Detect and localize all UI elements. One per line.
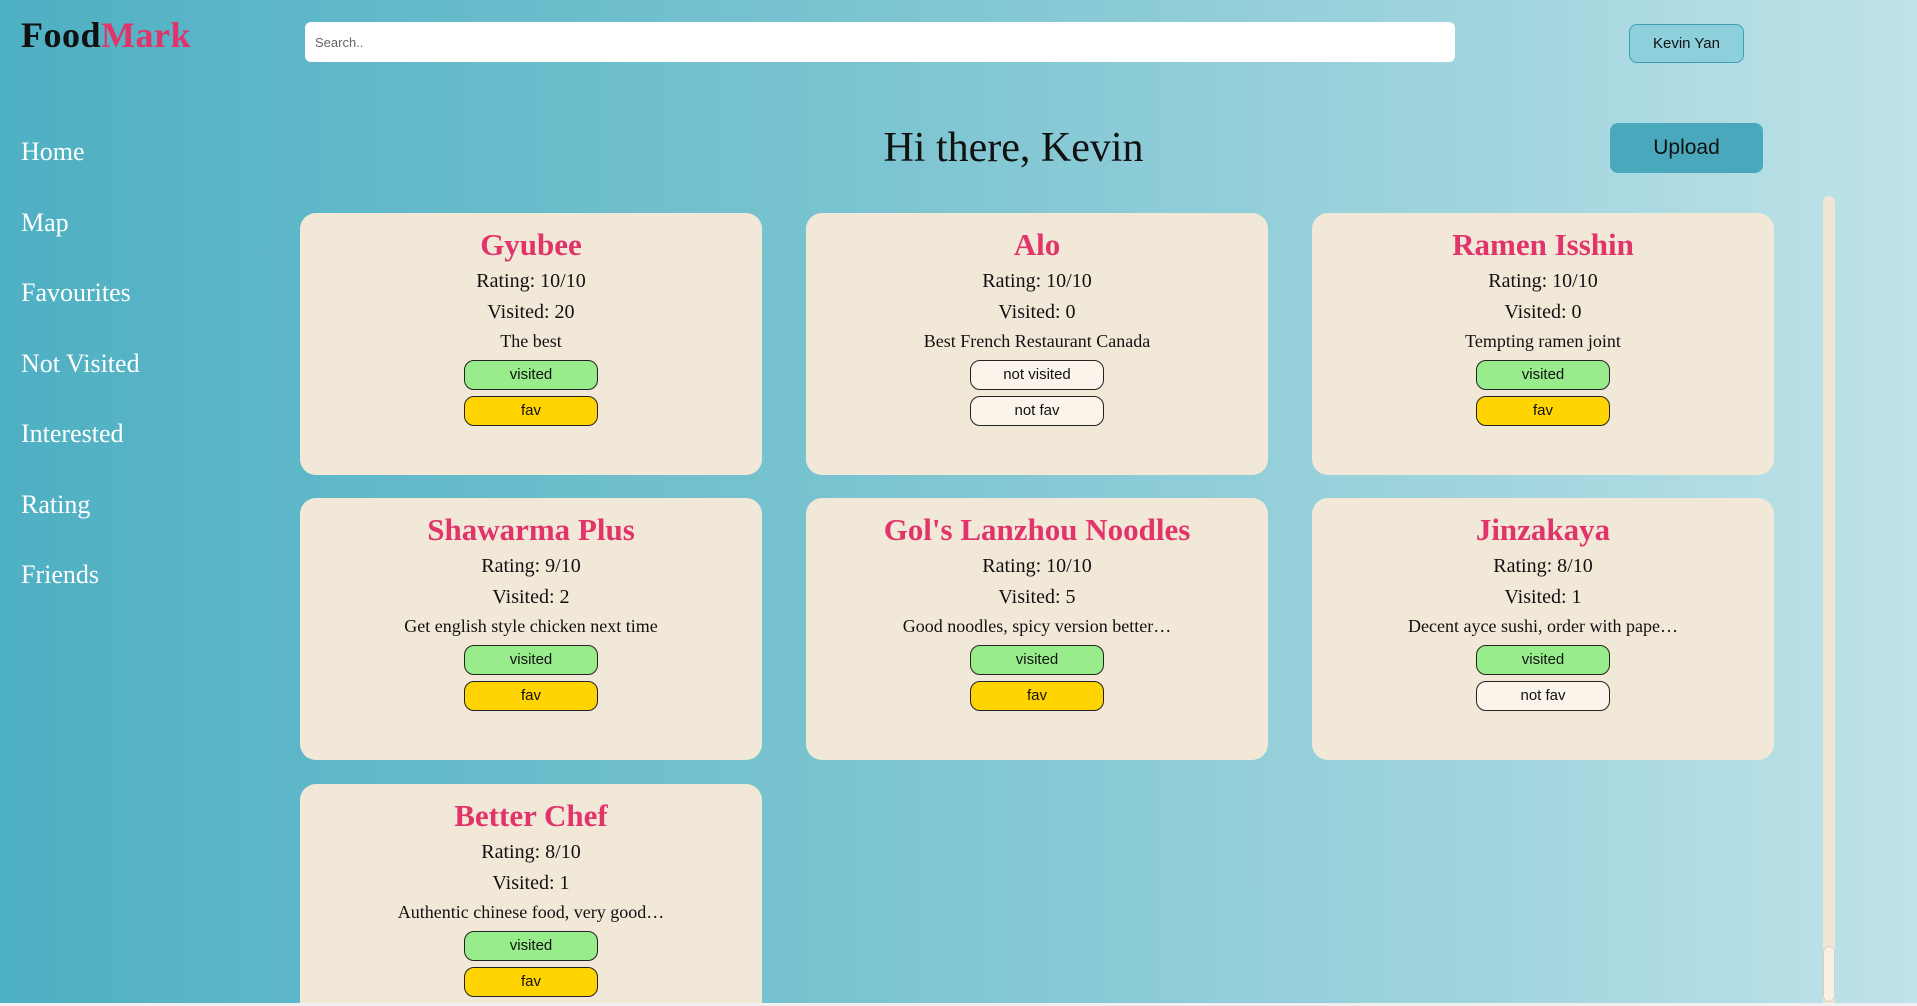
restaurant-rating: Rating: 8/10 [481, 841, 581, 863]
restaurant-description: Decent ayce sushi, order with pape… [1408, 616, 1678, 636]
restaurant-visit-count: Visited: 1 [492, 872, 570, 894]
search-input[interactable] [305, 22, 1455, 62]
restaurant-name: Ramen Isshin [1452, 227, 1634, 262]
restaurant-description: Get english style chicken next time [404, 616, 658, 636]
restaurant-description: The best [500, 331, 562, 351]
restaurant-card[interactable]: Better Chef Rating: 8/10 Visited: 1 Auth… [300, 784, 762, 1006]
fav-toggle[interactable]: fav [1476, 396, 1610, 426]
visited-toggle[interactable]: not visited [970, 360, 1104, 390]
restaurant-visit-count: Visited: 0 [1504, 301, 1582, 323]
visited-toggle[interactable]: visited [1476, 645, 1610, 675]
restaurant-visit-count: Visited: 0 [998, 301, 1076, 323]
restaurant-rating: Rating: 8/10 [1493, 555, 1593, 577]
restaurant-rating: Rating: 9/10 [481, 555, 581, 577]
restaurant-card[interactable]: Jinzakaya Rating: 8/10 Visited: 1 Decent… [1312, 498, 1774, 760]
restaurant-card[interactable]: Alo Rating: 10/10 Visited: 0 Best French… [806, 213, 1268, 475]
visited-toggle[interactable]: visited [464, 360, 598, 390]
restaurant-description: Good noodles, spicy version better… [902, 616, 1172, 636]
restaurant-rating: Rating: 10/10 [1488, 270, 1598, 292]
nav-item-rating[interactable]: Rating [21, 485, 140, 556]
fav-toggle[interactable]: fav [464, 396, 598, 426]
fav-toggle[interactable]: not fav [1476, 681, 1610, 711]
fav-toggle[interactable]: fav [464, 681, 598, 711]
logo-text-food: Food [21, 15, 102, 55]
restaurant-description: Authentic chinese food, very good… [397, 902, 665, 922]
fav-toggle[interactable]: not fav [970, 396, 1104, 426]
scrollbar-thumb[interactable] [1823, 946, 1835, 1002]
restaurant-card[interactable]: Ramen Isshin Rating: 10/10 Visited: 0 Te… [1312, 213, 1774, 475]
restaurant-description: Best French Restaurant Canada [923, 331, 1151, 351]
visited-toggle[interactable]: visited [464, 645, 598, 675]
nav-item-map[interactable]: Map [21, 203, 140, 274]
restaurant-visit-count: Visited: 5 [998, 586, 1076, 608]
sidebar-nav: Home Map Favourites Not Visited Interest… [21, 132, 140, 626]
restaurant-visit-count: Visited: 20 [487, 301, 575, 323]
fav-toggle[interactable]: fav [464, 967, 598, 997]
visited-toggle[interactable]: visited [970, 645, 1104, 675]
restaurant-visit-count: Visited: 2 [492, 586, 570, 608]
visited-toggle[interactable]: visited [464, 931, 598, 961]
restaurant-description: Tempting ramen joint [1465, 331, 1621, 351]
restaurant-name: Jinzakaya [1475, 512, 1611, 547]
restaurant-name: Alo [1013, 227, 1061, 262]
restaurant-visit-count: Visited: 1 [1504, 586, 1582, 608]
card-list-scrollbar[interactable] [1823, 196, 1835, 1006]
restaurant-name: Gyubee [480, 227, 582, 262]
nav-item-home[interactable]: Home [21, 132, 140, 203]
user-profile-button[interactable]: Kevin Yan [1629, 24, 1744, 63]
restaurant-rating: Rating: 10/10 [982, 270, 1092, 292]
fav-toggle[interactable]: fav [970, 681, 1104, 711]
nav-item-favourites[interactable]: Favourites [21, 273, 140, 344]
restaurant-name: Better Chef [454, 798, 608, 833]
greeting-text: Hi there, Kevin [883, 125, 1144, 171]
restaurant-name: Gol's Lanzhou Noodles [883, 512, 1191, 547]
logo-text-mark: Mark [101, 15, 191, 55]
app-logo[interactable]: FoodMark [21, 14, 191, 56]
restaurant-rating: Rating: 10/10 [476, 270, 586, 292]
restaurant-card[interactable]: Shawarma Plus Rating: 9/10 Visited: 2 Ge… [300, 498, 762, 760]
nav-item-friends[interactable]: Friends [21, 555, 140, 626]
upload-button[interactable]: Upload [1610, 123, 1763, 173]
restaurant-card[interactable]: Gyubee Rating: 10/10 Visited: 20 The bes… [300, 213, 762, 475]
visited-toggle[interactable]: visited [1476, 360, 1610, 390]
restaurant-name: Shawarma Plus [427, 512, 635, 547]
nav-item-interested[interactable]: Interested [21, 414, 140, 485]
restaurant-rating: Rating: 10/10 [982, 555, 1092, 577]
nav-item-not-visited[interactable]: Not Visited [21, 344, 140, 415]
restaurant-card[interactable]: Gol's Lanzhou Noodles Rating: 10/10 Visi… [806, 498, 1268, 760]
